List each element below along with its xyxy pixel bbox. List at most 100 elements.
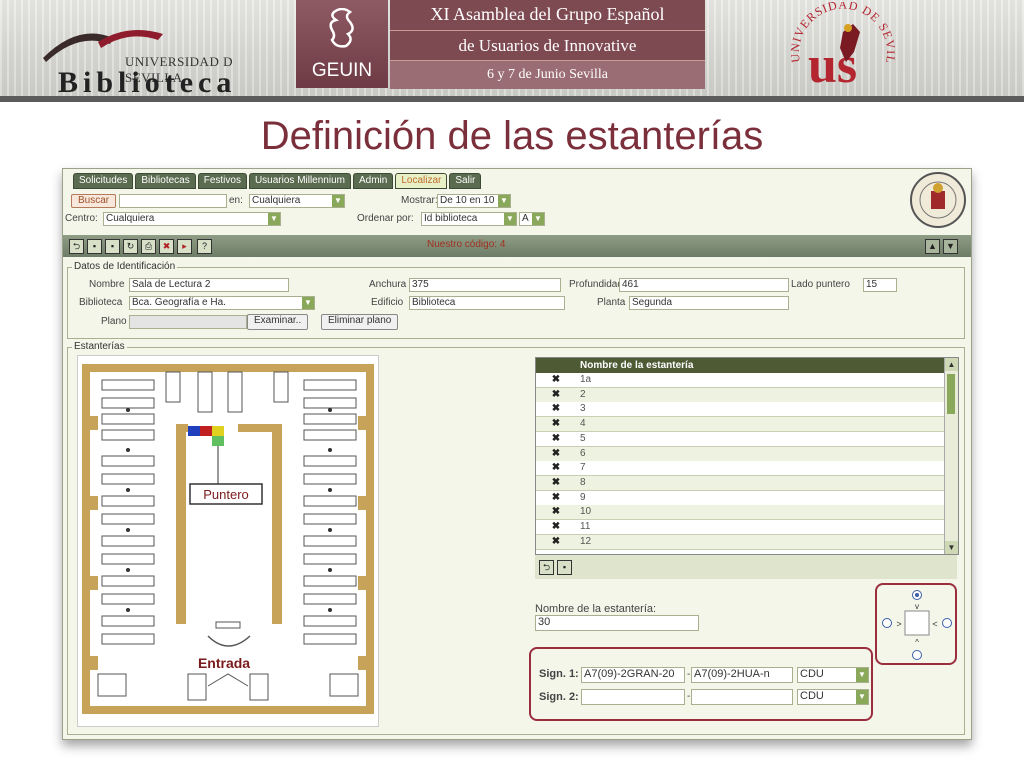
- sign1-type-select[interactable]: CDU ▼: [797, 667, 869, 683]
- event-line-3: 6 y 7 de Junio Sevilla: [390, 60, 705, 89]
- edificio-input[interactable]: Biblioteca: [409, 296, 565, 310]
- sign1-to-input[interactable]: A7(09)-2HUA-n: [691, 667, 793, 683]
- table-row[interactable]: ✖ 9: [536, 490, 944, 506]
- center-select[interactable]: Cualquiera ▼: [103, 212, 281, 226]
- estanterias-legend: Estanterías: [72, 341, 127, 352]
- table-row[interactable]: ✖ 3: [536, 402, 944, 418]
- table-row[interactable]: ✖ 10: [536, 505, 944, 521]
- table-row[interactable]: ✖ 2: [536, 387, 944, 403]
- in-label: en:: [229, 195, 243, 206]
- planta-label: Planta: [597, 297, 626, 308]
- plano-file-input[interactable]: [129, 315, 247, 329]
- order-direction-select[interactable]: A ▼: [519, 212, 545, 226]
- sign1-type-value: CDU: [800, 668, 824, 680]
- scroll-down-icon[interactable]: ▼: [945, 541, 958, 554]
- record-toolbar: ⮌ ▪ ▪ ↻ ⎙ ✖ ▸ ? Nuestro código: 4 ▲ ▼: [63, 235, 971, 257]
- order-select[interactable]: Id biblioteca ▼: [421, 212, 517, 226]
- center-label: Centro:: [65, 213, 98, 224]
- delete-row-icon[interactable]: ✖: [536, 373, 576, 387]
- shelf-name-cell: 8: [580, 476, 586, 488]
- delete-row-icon[interactable]: ✖: [536, 520, 576, 534]
- table-row[interactable]: ✖ 7: [536, 461, 944, 477]
- delete-row-icon[interactable]: ✖: [536, 461, 576, 475]
- tab-festivos[interactable]: Festivos: [197, 173, 247, 189]
- library-title: Biblioteca: [58, 66, 237, 96]
- shelf-name-cell: 4: [580, 418, 586, 430]
- nombre-input[interactable]: Sala de Lectura 2: [129, 278, 289, 292]
- delete-icon[interactable]: ✖: [159, 239, 174, 254]
- search-input[interactable]: [119, 194, 227, 208]
- library-logo: UNIVERSIDAD D SEVILLA Biblioteca: [30, 10, 280, 96]
- order-label: Ordenar por:: [357, 213, 414, 224]
- buscar-button[interactable]: Buscar: [71, 194, 117, 208]
- scroll-up-icon[interactable]: ▲: [945, 358, 958, 371]
- sign1-from-input[interactable]: A7(09)-2GRAN-20: [581, 667, 685, 683]
- sign1-label: Sign. 1:: [539, 668, 579, 680]
- direction-selector[interactable]: v > < ^: [877, 585, 957, 663]
- order-direction-value: A: [522, 213, 529, 224]
- shelf-name-column-header: Nombre de la estantería: [580, 360, 694, 371]
- table-scrollbar[interactable]: ▲ ▼: [944, 358, 958, 554]
- shelf-save-icon[interactable]: ▪: [557, 560, 572, 575]
- shelf-name-cell: 3: [580, 403, 586, 415]
- scroll-thumb[interactable]: [947, 374, 955, 414]
- table-row[interactable]: ✖ 4: [536, 417, 944, 433]
- jump-icon[interactable]: ▸: [177, 239, 192, 254]
- table-row[interactable]: ✖ 11: [536, 520, 944, 535]
- delete-row-icon[interactable]: ✖: [536, 535, 576, 549]
- tab-salir[interactable]: Salir: [449, 173, 482, 189]
- table-row[interactable]: ✖ 1a: [536, 373, 944, 388]
- tab-solicitudes[interactable]: Solicitudes: [73, 173, 134, 189]
- delete-row-icon[interactable]: ✖: [536, 476, 576, 490]
- eliminar-plano-button[interactable]: Eliminar plano: [321, 314, 399, 330]
- tab-localizar[interactable]: Localizar: [395, 173, 448, 189]
- sign2-dash: -: [687, 691, 691, 702]
- delete-row-icon[interactable]: ✖: [536, 402, 576, 416]
- table-row[interactable]: ✖ 5: [536, 431, 944, 447]
- shelf-table: Nombre de la estantería ✖ 1a ✖ 2 ✖ 3 ✖ 4 ✖ 5 ✖ 6 ✖ 7 ✖…: [535, 357, 959, 555]
- delete-row-icon[interactable]: ✖: [536, 491, 576, 505]
- prev-record-icon[interactable]: ▲: [925, 239, 940, 254]
- tab-admin[interactable]: Admin: [352, 173, 394, 189]
- tab-usuarios-millennium[interactable]: Usuarios Millennium: [248, 173, 351, 189]
- order-value: Id biblioteca: [424, 213, 478, 224]
- sign2-from-input[interactable]: [581, 689, 685, 705]
- delete-row-icon[interactable]: ✖: [536, 432, 576, 446]
- floor-plan[interactable]: Puntero Entrada: [77, 355, 379, 727]
- table-row[interactable]: ✖ 12: [536, 534, 944, 550]
- sign2-label: Sign. 2:: [539, 691, 579, 703]
- table-row[interactable]: ✖ 6: [536, 446, 944, 462]
- search-field-select[interactable]: Cualquiera ▼: [249, 194, 345, 208]
- examinar-button[interactable]: Examinar..: [247, 314, 309, 330]
- shelf-name-cell: 1a: [580, 374, 592, 385]
- chevron-down-icon: ▼: [856, 690, 868, 704]
- planta-input[interactable]: Segunda: [629, 296, 789, 310]
- table-row[interactable]: ✖ 8: [536, 475, 944, 491]
- save-icon[interactable]: ▪: [87, 239, 102, 254]
- delete-row-icon[interactable]: ✖: [536, 505, 576, 519]
- lado-puntero-input[interactable]: 15: [863, 278, 897, 292]
- save-as-icon[interactable]: ▪: [105, 239, 120, 254]
- delete-row-icon[interactable]: ✖: [536, 417, 576, 431]
- help-icon[interactable]: ?: [197, 239, 212, 254]
- plano-label: Plano: [101, 316, 127, 327]
- next-record-icon[interactable]: ▼: [943, 239, 958, 254]
- delete-row-icon[interactable]: ✖: [536, 447, 576, 461]
- page-size-select[interactable]: De 10 en 10 ▼: [437, 194, 511, 208]
- sign2-type-select[interactable]: CDU ▼: [797, 689, 869, 705]
- anchura-input[interactable]: 375: [409, 278, 561, 292]
- back-icon[interactable]: ⮌: [69, 239, 84, 254]
- biblioteca-select[interactable]: Bca. Geografía e Ha. ▼: [129, 296, 315, 310]
- shelf-name-input[interactable]: 30: [535, 615, 699, 631]
- delete-row-icon[interactable]: ✖: [536, 388, 576, 402]
- biblioteca-label: Biblioteca: [79, 297, 123, 308]
- tab-bibliotecas[interactable]: Bibliotecas: [135, 173, 196, 189]
- profundidad-input[interactable]: 461: [619, 278, 789, 292]
- refresh-icon[interactable]: ↻: [123, 239, 138, 254]
- sign2-to-input[interactable]: [691, 689, 793, 705]
- shelf-back-icon[interactable]: ⮌: [539, 560, 554, 575]
- sign2-type-value: CDU: [800, 690, 824, 702]
- search-field-value: Cualquiera: [252, 195, 301, 206]
- print-icon[interactable]: ⎙: [141, 239, 156, 254]
- chevron-down-icon: ▼: [332, 195, 344, 207]
